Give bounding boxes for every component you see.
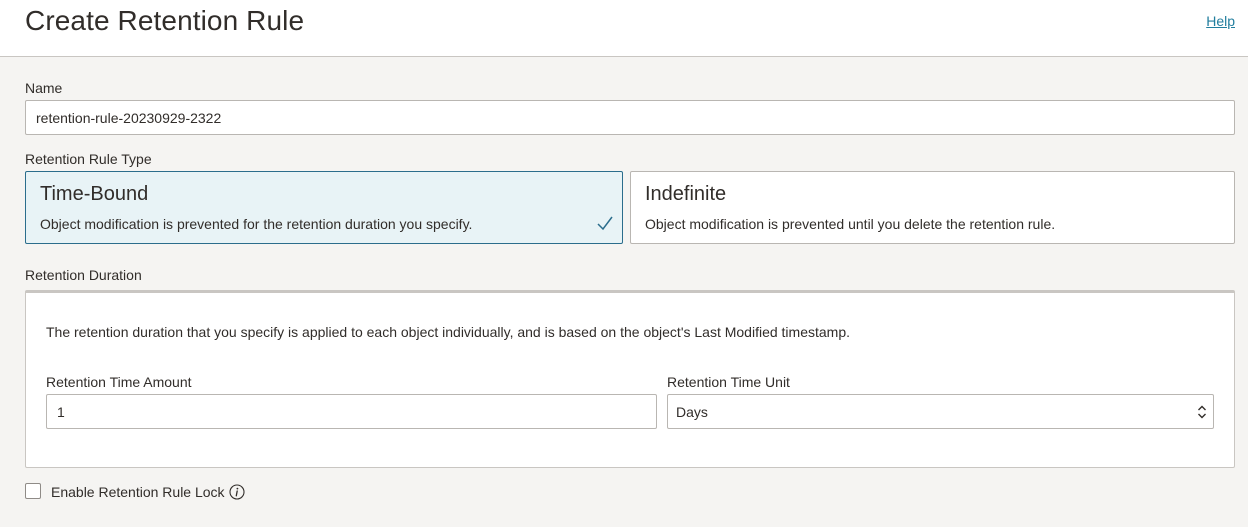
retention-unit-select[interactable]: Days: [667, 394, 1214, 429]
page-title: Create Retention Rule: [25, 5, 305, 36]
indefinite-description: Object modification is prevented until y…: [645, 216, 1056, 232]
time-bound-description: Object modification is prevented for the…: [40, 216, 473, 232]
help-link[interactable]: Help: [1206, 13, 1235, 29]
name-input[interactable]: [25, 100, 1235, 135]
retention-unit-value: Days: [676, 404, 708, 420]
rule-lock-label: Enable Retention Rule Lock: [51, 484, 225, 500]
retention-duration-description: The retention duration that you specify …: [46, 324, 850, 340]
info-icon[interactable]: [229, 484, 245, 500]
time-bound-title: Time-Bound: [40, 183, 149, 205]
retention-duration-label: Retention Duration: [25, 267, 142, 283]
indefinite-title: Indefinite: [645, 183, 727, 205]
select-arrows-icon: [1198, 405, 1206, 419]
indefinite-option[interactable]: Indefinite Object modification is preven…: [630, 171, 1235, 244]
checkmark-icon: [597, 216, 613, 231]
page-header: Create Retention Rule Help: [0, 0, 1248, 57]
retention-amount-label: Retention Time Amount: [46, 374, 192, 390]
retention-duration-panel: The retention duration that you specify …: [25, 290, 1235, 468]
retention-amount-input[interactable]: [46, 394, 657, 429]
time-bound-option[interactable]: Time-Bound Object modification is preven…: [25, 171, 623, 244]
rule-type-label: Retention Rule Type: [25, 151, 152, 167]
retention-unit-label: Retention Time Unit: [667, 374, 790, 390]
name-label: Name: [25, 80, 63, 96]
rule-lock-checkbox[interactable]: [25, 483, 41, 499]
